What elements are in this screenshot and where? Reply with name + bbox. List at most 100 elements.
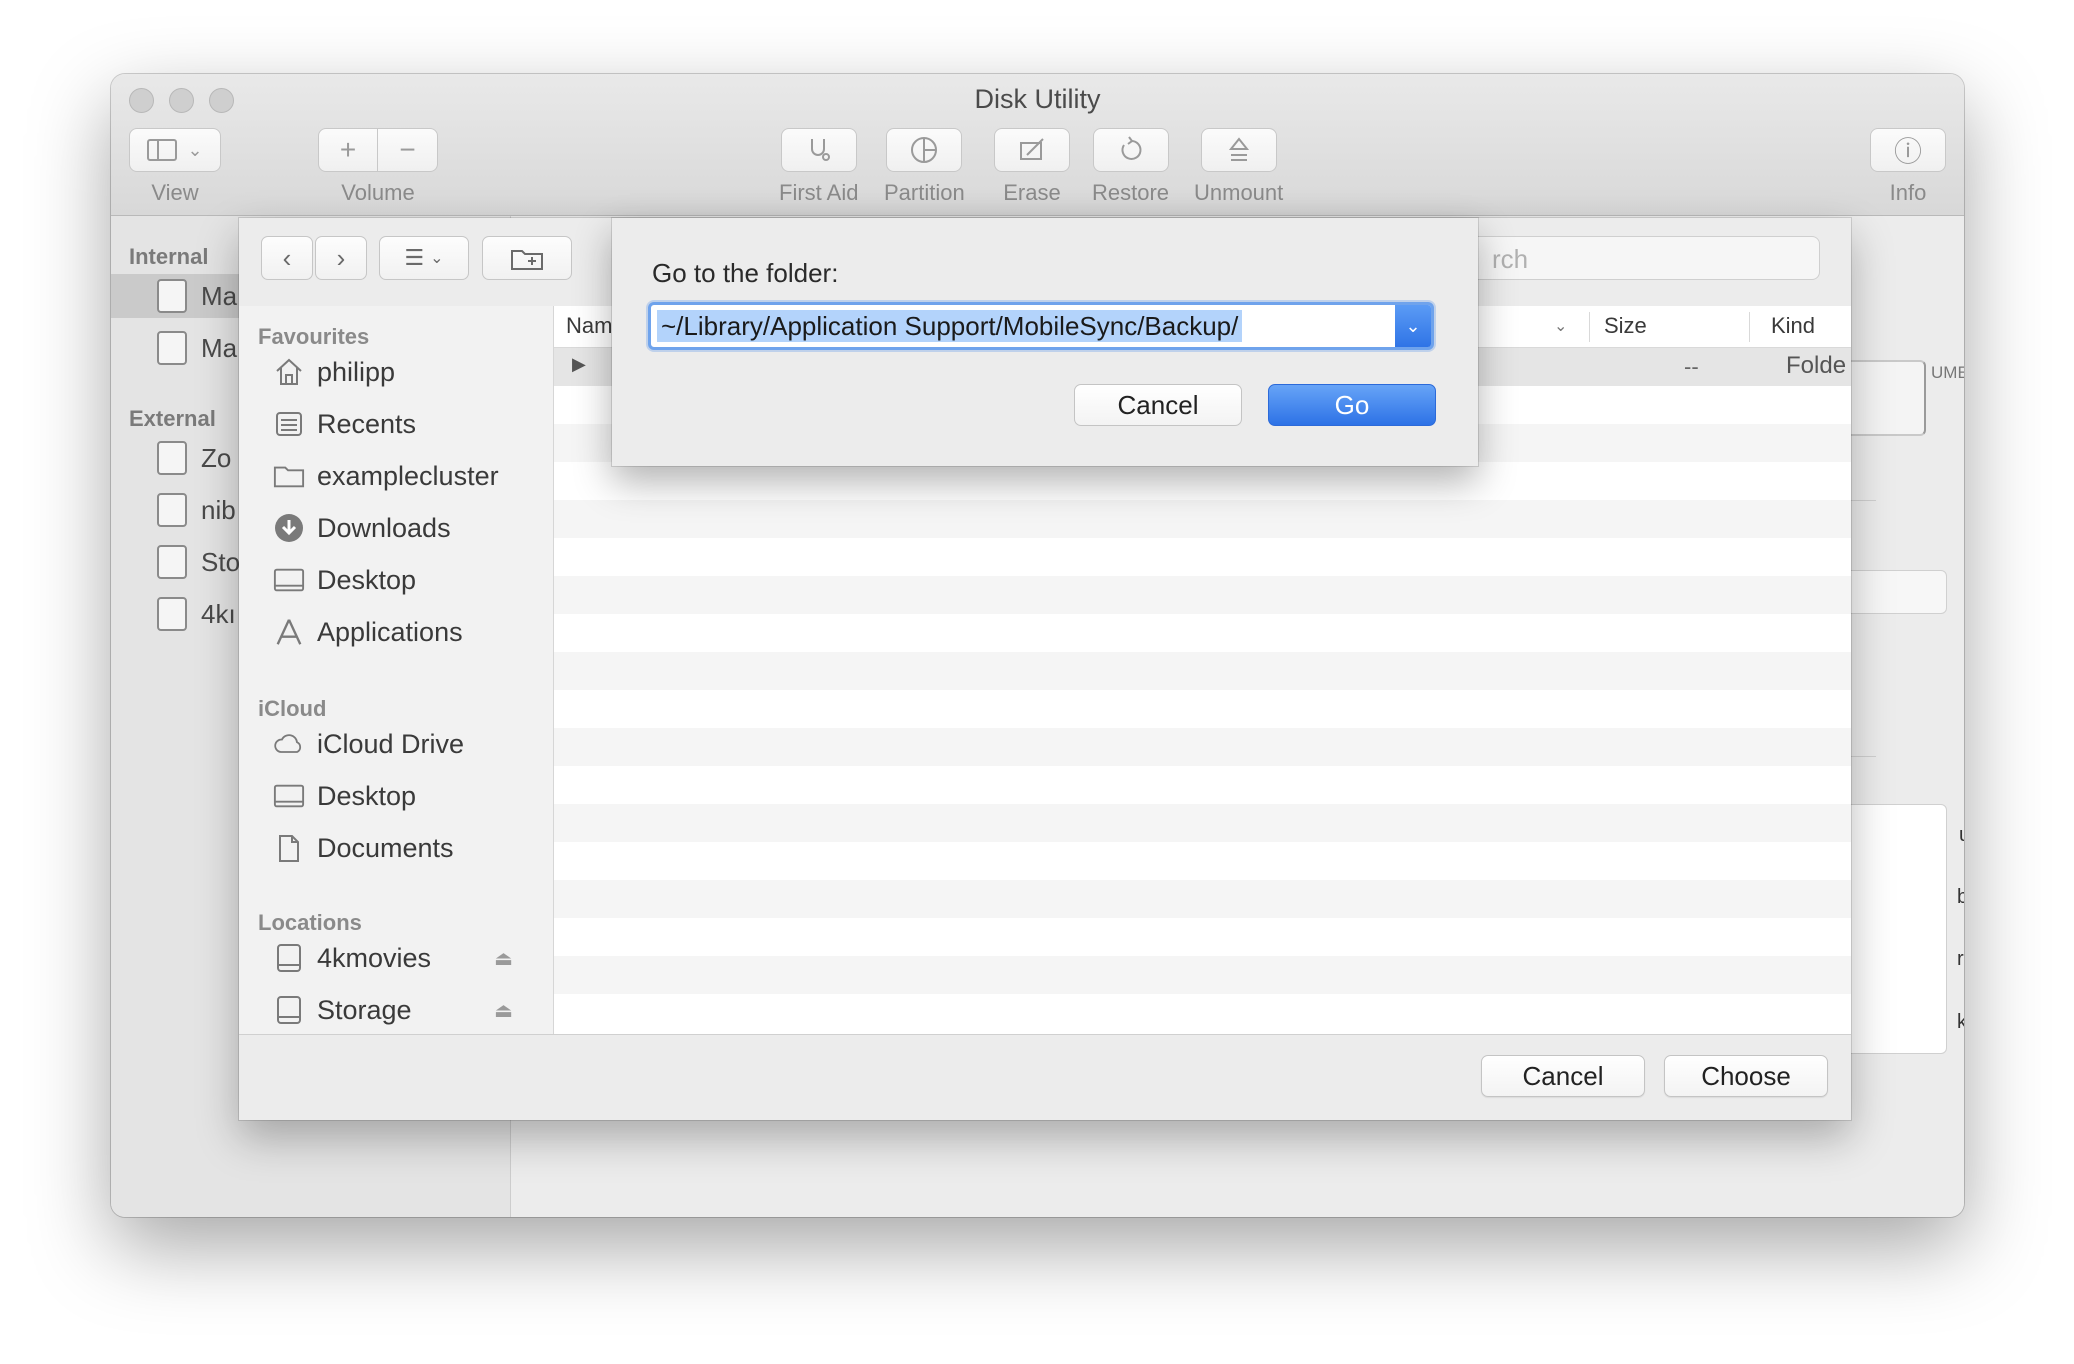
search-field[interactable]: rch (1467, 236, 1820, 280)
desktop-icon (273, 780, 305, 812)
sidebar-item-philipp[interactable]: philipp (273, 352, 543, 392)
add-volume-button[interactable]: + (318, 128, 378, 172)
erase-label: Erase (1003, 180, 1061, 205)
unmount-button[interactable] (1200, 128, 1277, 172)
empty-row (554, 766, 1851, 804)
volumes-fragment: UMES (1931, 363, 1964, 382)
view-options-button[interactable]: ☰ ⌄ (379, 236, 469, 280)
go-button[interactable]: Go (1268, 384, 1436, 426)
recents-icon (273, 408, 305, 440)
empty-row (554, 652, 1851, 690)
unmount-label: Unmount (1194, 180, 1284, 205)
partition-button[interactable] (886, 128, 963, 172)
disk-icon (273, 942, 305, 974)
folder-path-value: ~/Library/Application Support/MobileSync… (657, 310, 1243, 342)
cloud-icon (273, 728, 305, 760)
eject-icon[interactable]: ⏏ (494, 946, 513, 971)
empty-row (554, 538, 1851, 576)
chevron-down-icon: ⌄ (1554, 318, 1568, 335)
erase-button[interactable] (994, 128, 1070, 172)
row-kind: Folde (1786, 352, 1847, 379)
partition-group: Partition (884, 128, 965, 206)
empty-row (554, 842, 1851, 880)
sidebar-item-label: Desktop (317, 564, 417, 595)
disclosure-triangle-icon[interactable]: ▶ (572, 354, 586, 375)
sidebar-item-storage[interactable]: Storage ⏏ (273, 990, 543, 1030)
first-aid-group: First Aid (779, 128, 858, 206)
open-panel-sidebar: Favourites philipp Recents examplecluste… (239, 306, 554, 1034)
go-to-folder-dialog: Go to the folder: ~/Library/Application … (612, 218, 1478, 466)
search-placeholder: rch (1492, 244, 1529, 274)
disk-name: nib (201, 494, 236, 525)
chevron-down-icon: ⌄ (187, 139, 203, 160)
sidebar-item-label: Desktop (317, 780, 417, 811)
eject-icon[interactable]: ⏏ (494, 998, 513, 1023)
info-row-text: bled (1957, 886, 1964, 908)
empty-row (554, 690, 1851, 728)
chevron-left-icon: ‹ (282, 242, 292, 273)
partition-label: Partition (884, 180, 965, 205)
empty-row (554, 956, 1851, 994)
column-name[interactable]: Nam (566, 313, 612, 339)
cancel-button[interactable]: Cancel (1481, 1055, 1645, 1097)
sidebar-item-4kmovies[interactable]: 4kmovies ⏏ (273, 938, 543, 978)
empty-row (554, 614, 1851, 652)
empty-row (554, 880, 1851, 918)
restore-icon (1121, 136, 1141, 160)
view-button[interactable]: ⌄ (129, 128, 221, 172)
toolbar: Disk Utility ⌄ View + − Volume First Aid… (111, 74, 1964, 216)
back-button[interactable]: ‹ (261, 236, 313, 280)
sidebar-item-label: Storage (317, 994, 412, 1025)
sidebar-item-documents[interactable]: Documents (273, 828, 543, 868)
sidebar-item-icloud-drive[interactable]: iCloud Drive (273, 724, 543, 764)
info-button[interactable]: ⓘ (1870, 128, 1946, 172)
window-title: Disk Utility (974, 84, 1101, 114)
external-disk-icon (157, 597, 187, 631)
chevron-down-icon: ⌄ (1405, 315, 1421, 336)
column-kind[interactable]: Kind (1771, 313, 1815, 339)
locations-heading: Locations (258, 910, 362, 935)
external-disk-icon (157, 441, 187, 475)
restore-button[interactable] (1092, 128, 1169, 172)
documents-icon (273, 832, 305, 864)
restore-group: Restore (1092, 128, 1169, 206)
sidebar-toggle-icon (147, 139, 178, 161)
sidebar-item-label: Downloads (317, 512, 451, 543)
sidebar-item-label: Recents (317, 408, 417, 439)
sidebar-item-icloud-desktop[interactable]: Desktop (273, 776, 543, 816)
icloud-heading: iCloud (258, 696, 327, 721)
sidebar-item-examplecluster[interactable]: examplecluster (273, 456, 543, 496)
folder-path-input[interactable]: ~/Library/Application Support/MobileSync… (648, 302, 1434, 350)
sidebar-item-downloads[interactable]: Downloads (273, 508, 543, 548)
disk-name: Zo (201, 442, 232, 473)
disk-icon (273, 994, 305, 1026)
applications-icon (273, 616, 305, 648)
erase-group: Erase (994, 128, 1070, 206)
info-label: Info (1889, 180, 1927, 205)
sidebar-item-recents[interactable]: Recents (273, 404, 543, 444)
chevron-right-icon: › (336, 242, 346, 273)
desktop-icon (273, 564, 305, 596)
partition-icon (911, 137, 938, 163)
erase-icon (1020, 138, 1044, 160)
empty-row (554, 994, 1851, 1032)
empty-row (554, 500, 1851, 538)
forward-button[interactable]: › (315, 236, 367, 280)
sidebar-item-label: iCloud Drive (317, 728, 465, 759)
path-history-dropdown[interactable]: ⌄ (1395, 305, 1431, 347)
go-cancel-button[interactable]: Cancel (1074, 384, 1242, 426)
first-aid-button[interactable] (780, 128, 857, 172)
disk-name: Sto (201, 546, 241, 577)
eject-icon (1228, 137, 1249, 161)
column-size[interactable]: Size (1604, 313, 1647, 339)
restore-label: Restore (1092, 180, 1170, 205)
sidebar-item-label: Applications (317, 616, 463, 647)
choose-button[interactable]: Choose (1664, 1055, 1828, 1097)
sidebar-item-applications[interactable]: Applications (273, 612, 543, 652)
external-heading: External (129, 406, 216, 431)
sidebar-item-desktop[interactable]: Desktop (273, 560, 543, 600)
downloads-icon (273, 512, 305, 544)
new-folder-button[interactable] (482, 236, 572, 280)
empty-row (554, 728, 1851, 766)
remove-volume-button[interactable]: − (378, 128, 438, 172)
